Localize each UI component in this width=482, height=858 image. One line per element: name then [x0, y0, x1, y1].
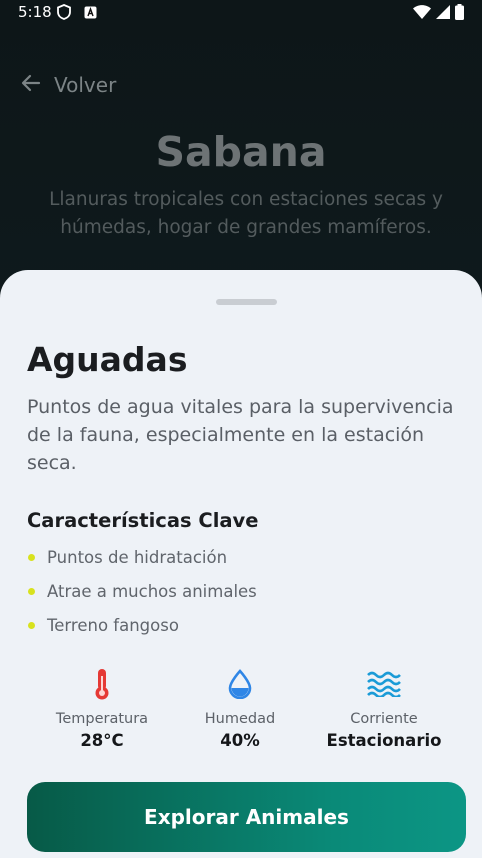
stat-label: Temperatura — [55, 711, 149, 727]
page-title: Sabana — [155, 128, 327, 176]
sheet-title: Aguadas — [27, 340, 188, 379]
bullet-icon — [28, 621, 35, 629]
bullet-icon — [28, 553, 35, 561]
status-time: 5:18 — [18, 3, 52, 21]
sheet-description: Puntos de agua vitales para la supervive… — [27, 396, 454, 474]
bullet-icon — [28, 587, 35, 595]
wifi-icon — [413, 5, 431, 23]
battery-icon — [455, 4, 464, 24]
thermometer-icon — [42, 667, 162, 701]
signal-icon — [436, 5, 450, 23]
stat-label: Corriente — [350, 711, 418, 727]
stat-temperature: Temperatura 28°C — [42, 667, 162, 750]
list-item: Puntos de hidratación — [27, 540, 457, 574]
waves-icon — [319, 667, 449, 701]
page-subtitle: Llanuras tropicales con estaciones secas… — [49, 189, 443, 238]
stat-label: Humedad — [204, 711, 276, 727]
status-bar: 5:18 — [0, 0, 482, 26]
stat-value: 28°C — [80, 731, 124, 750]
arrow-left-icon — [20, 72, 42, 99]
water-drop-icon — [180, 667, 300, 701]
features-list: Puntos de hidratación Atrae a muchos ani… — [27, 540, 457, 642]
features-heading: Características Clave — [27, 509, 259, 532]
feature-text: Atrae a muchos animales — [47, 581, 257, 601]
list-item: Terreno fangoso — [27, 608, 457, 642]
shield-icon — [57, 4, 71, 24]
feature-text: Puntos de hidratación — [47, 547, 228, 567]
notification-icon — [84, 5, 97, 23]
stat-value: 40% — [220, 731, 260, 750]
bottom-sheet: Aguadas Puntos de agua vitales para la s… — [0, 270, 482, 858]
back-label: Volver — [54, 73, 117, 97]
explore-animals-button[interactable]: Explorar Animales — [27, 782, 466, 852]
sheet-drag-handle[interactable] — [216, 299, 277, 305]
stat-value: Estacionario — [326, 731, 442, 750]
stats-row: Temperatura 28°C Humedad 40% Corriente E… — [0, 667, 482, 757]
feature-text: Terreno fangoso — [47, 615, 179, 635]
back-button[interactable]: Volver — [20, 70, 116, 100]
stat-current: Corriente Estacionario — [319, 667, 449, 750]
stat-humidity: Humedad 40% — [180, 667, 300, 750]
list-item: Atrae a muchos animales — [27, 574, 457, 608]
